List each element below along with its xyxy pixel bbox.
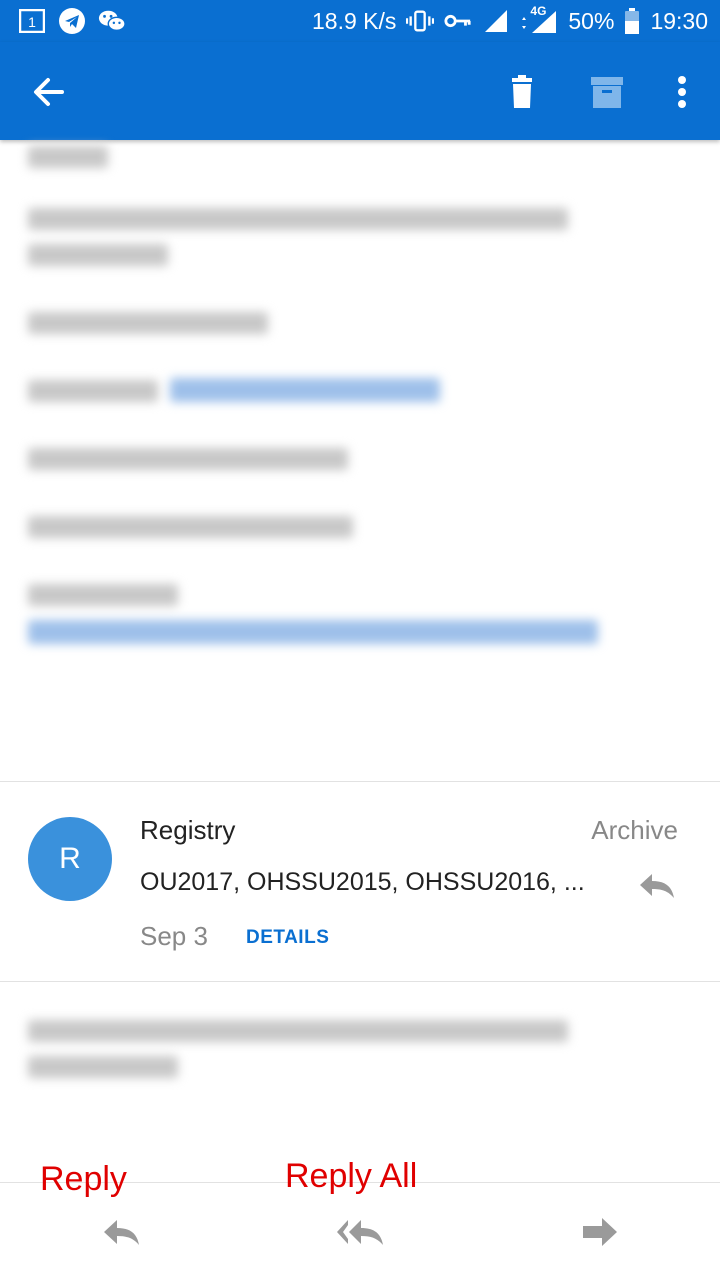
delete-icon[interactable] bbox=[502, 72, 542, 112]
svg-text:1: 1 bbox=[28, 14, 36, 30]
signal-icon bbox=[482, 7, 510, 35]
divider bbox=[0, 781, 720, 782]
message-date: Sep 3 bbox=[140, 921, 208, 951]
reply-icon[interactable] bbox=[638, 870, 676, 900]
clock: 19:30 bbox=[650, 7, 708, 34]
folder-label: Archive bbox=[591, 815, 678, 845]
recipients: OU2017, OHSSU2015, OHSSU2016, ... bbox=[140, 868, 585, 896]
telegram-icon bbox=[58, 7, 86, 35]
details-link[interactable]: DETAILS bbox=[246, 927, 329, 949]
reply-all-label: Reply All bbox=[285, 1157, 418, 1195]
blurred-text bbox=[28, 1020, 568, 1042]
sender-name: Registry bbox=[140, 815, 236, 845]
net-speed: 18.9 K/s bbox=[312, 7, 397, 34]
status-bar-right: 18.9 K/s 4G 50% 19:30 bbox=[312, 4, 708, 35]
battery-percent: 50% bbox=[568, 7, 615, 34]
more-vert-icon[interactable] bbox=[662, 72, 702, 112]
reply-label: Reply bbox=[40, 1160, 127, 1198]
email-body bbox=[0, 140, 720, 780]
avatar[interactable]: R bbox=[28, 817, 112, 901]
reply-all-button-icon[interactable] bbox=[336, 1216, 386, 1248]
blurred-text bbox=[28, 584, 178, 606]
vpn-key-icon bbox=[444, 7, 472, 35]
archive-icon[interactable] bbox=[587, 72, 627, 112]
blurred-text bbox=[28, 1056, 178, 1078]
blurred-text bbox=[28, 244, 168, 266]
status-bar: 1 18.9 K/s 4G 50% 19:30 bbox=[0, 0, 720, 42]
divider bbox=[0, 981, 720, 982]
status-bar-left: 1 bbox=[18, 7, 126, 35]
wechat-icon bbox=[98, 7, 126, 35]
vibrate-icon bbox=[406, 7, 435, 35]
blurred-text bbox=[28, 146, 108, 168]
blurred-link bbox=[28, 620, 598, 644]
blurred-text bbox=[28, 208, 568, 230]
blurred-text bbox=[28, 448, 348, 470]
blurred-text bbox=[28, 380, 158, 402]
back-arrow-icon[interactable] bbox=[26, 70, 72, 114]
forward-button-icon[interactable] bbox=[580, 1216, 620, 1248]
lte-signal: 4G bbox=[520, 4, 558, 35]
notification-icon: 1 bbox=[18, 7, 46, 35]
blurred-link bbox=[170, 378, 440, 402]
battery-icon bbox=[624, 7, 640, 35]
blurred-text bbox=[28, 312, 268, 334]
blurred-text bbox=[28, 516, 353, 538]
app-bar bbox=[0, 42, 720, 140]
reply-button-icon[interactable] bbox=[102, 1216, 142, 1248]
